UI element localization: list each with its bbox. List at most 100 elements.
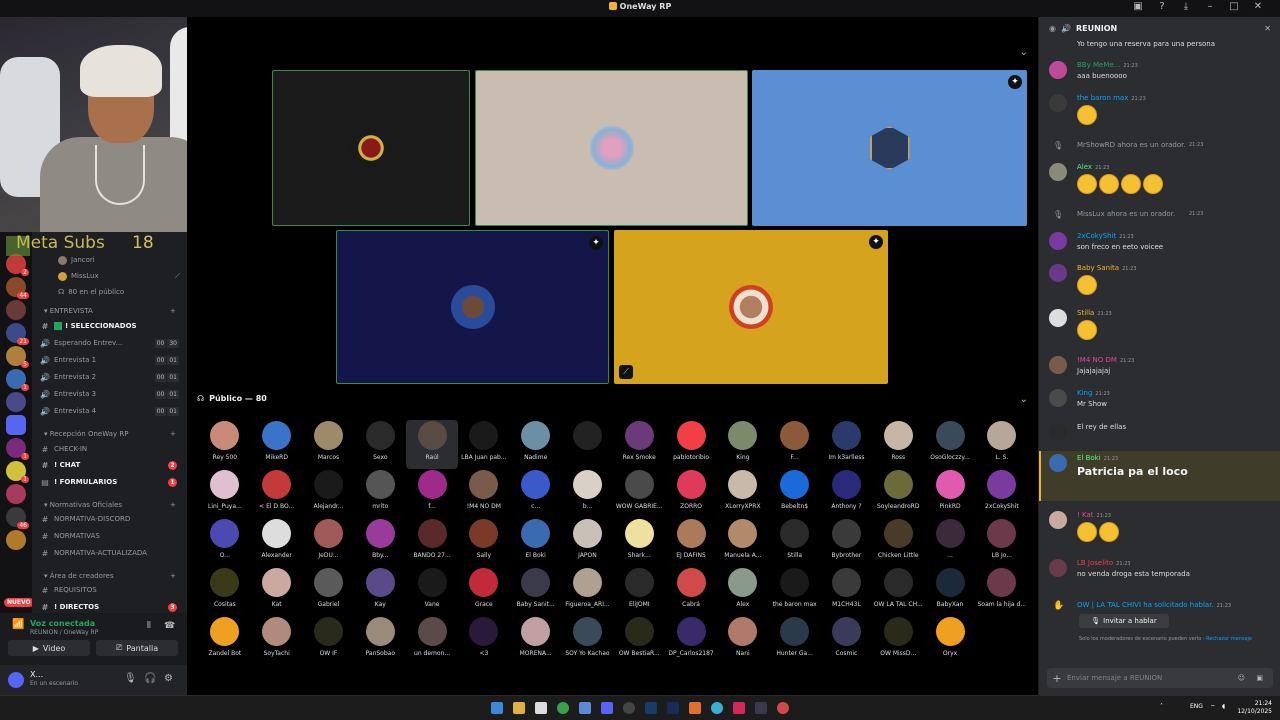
voice-location[interactable]: REUNION / OneWay RP <box>30 629 98 636</box>
audience-member[interactable]: OW BestiaR... <box>613 616 665 665</box>
message-author[interactable]: ! Kat 21:23 <box>1077 511 1111 519</box>
gear-icon[interactable]: ✦ <box>869 235 883 249</box>
avatar[interactable] <box>8 672 24 688</box>
audience-member[interactable]: b... <box>562 469 614 518</box>
gear-icon[interactable]: ✦ <box>1008 75 1022 89</box>
audience-member[interactable]: 2xCokyShit <box>976 469 1028 518</box>
chrome-icon[interactable] <box>557 702 569 714</box>
audience-member[interactable]: Manuela A... <box>717 518 769 567</box>
audience-member[interactable]: Sexo <box>354 420 406 469</box>
audience-member[interactable]: Alex <box>717 567 769 616</box>
invite-to-speak-button[interactable]: 🎙 Invitar a hablar <box>1079 614 1169 628</box>
audience-member[interactable]: Lini_Puya... <box>199 469 251 518</box>
audience-member[interactable]: LB Jo... <box>976 518 1028 567</box>
avatar[interactable] <box>1049 264 1067 282</box>
tiktok-icon[interactable] <box>733 702 745 714</box>
channel-seleccionados[interactable]: #! SELECCIONADOS <box>40 318 185 334</box>
maximize-button[interactable]: □ <box>1222 1 1246 12</box>
audience-member[interactable]: un demon... <box>406 616 458 665</box>
audience-member[interactable]: L. S. <box>976 420 1028 469</box>
category-entrevista[interactable]: ▾ ENTREVISTA + <box>44 307 176 315</box>
audience-member[interactable]: Shark... <box>613 518 665 567</box>
channel-requisitos[interactable]: # REQUISITOS <box>40 582 185 598</box>
avatar[interactable] <box>1049 61 1067 79</box>
discord-icon[interactable] <box>601 702 613 714</box>
file-explorer-icon[interactable] <box>513 702 525 714</box>
speaker-tile[interactable] <box>475 70 748 226</box>
channel-normativas[interactable]: # NORMATIVAS <box>40 528 185 544</box>
speaker-tile[interactable]: ✦ ⟋ <box>614 230 888 384</box>
audience-member[interactable]: BANDO 27... <box>406 518 458 567</box>
channel-entrevista-3[interactable]: 🔊 Entrevista 3 00 01 <box>40 386 185 402</box>
chevron-up-icon[interactable]: ˄ <box>1160 703 1163 710</box>
close-icon[interactable]: ✕ <box>1264 24 1271 33</box>
audience-member[interactable]: XLorryXPRX <box>717 469 769 518</box>
audience-member[interactable]: WOW GABRIE... <box>613 469 665 518</box>
noise-suppression-icon[interactable]: ⫴ <box>147 621 151 631</box>
server-icon[interactable] <box>6 392 26 412</box>
server-icon[interactable]: 2 <box>6 254 29 276</box>
server-icon[interactable]: 1 <box>6 438 29 460</box>
audience-member[interactable]: Alexander <box>251 518 303 567</box>
audience-member[interactable]: EJ DAFINS <box>665 518 717 567</box>
audience-member[interactable]: Soam la hija d... <box>976 567 1028 616</box>
audience-member[interactable]: Marcos <box>303 420 355 469</box>
audience-member[interactable]: LBA Juan pab... <box>458 420 510 469</box>
message-author[interactable]: Alex 21:23 <box>1077 163 1109 171</box>
audience-member[interactable]: Sally <box>458 518 510 567</box>
audience-member[interactable]: OW MissD... <box>872 616 924 665</box>
message-author[interactable]: King 21:23 <box>1077 389 1110 397</box>
audience-member[interactable]: OW IF <box>303 616 355 665</box>
audience-member[interactable]: Nani <box>717 616 769 665</box>
audience-member[interactable]: OW LA TAL CH... <box>872 567 924 616</box>
channel-checkin[interactable]: # CHECK-IN <box>40 441 185 457</box>
channel-normativa-actualizada[interactable]: # NORMATIVA-ACTUALIZADA <box>40 545 185 561</box>
audience-member[interactable]: the baron max <box>769 567 821 616</box>
server-icon[interactable] <box>6 530 26 550</box>
audience-member[interactable]: O... <box>199 518 251 567</box>
avatar[interactable] <box>1049 511 1067 529</box>
speaker-tile[interactable] <box>272 70 470 226</box>
audience-member[interactable]: JeDU... <box>303 518 355 567</box>
category-creadores[interactable]: ▾ Área de creadores + <box>44 572 176 580</box>
audience-member[interactable]: f... <box>406 469 458 518</box>
audience-member[interactable]: El Boki <box>510 518 562 567</box>
audience-member[interactable]: MikeRD <box>251 420 303 469</box>
audience-member[interactable]: F... <box>769 420 821 469</box>
microphone-icon[interactable]: 🎙 <box>124 673 137 684</box>
audience-member[interactable]: Rex Smoke <box>613 420 665 469</box>
avatar[interactable] <box>1049 389 1067 407</box>
audience-member[interactable]: King <box>717 420 769 469</box>
message-author[interactable]: Stilla 21:23 <box>1077 309 1112 317</box>
audience-member[interactable]: Kat <box>251 567 303 616</box>
screen-share-button[interactable]: ⎚ Pantalla <box>96 640 178 656</box>
sticker-icon[interactable]: ▣ <box>1256 674 1263 682</box>
disconnect-icon[interactable]: ☎ <box>164 621 175 631</box>
server-icon[interactable]: 21 <box>6 323 29 345</box>
audience-member[interactable]: Bybrother <box>821 518 873 567</box>
audience-member[interactable]: Nadime <box>510 420 562 469</box>
avatar[interactable] <box>1049 454 1067 472</box>
audience-member[interactable]: MORENA... <box>510 616 562 665</box>
channel-esperando[interactable]: 🔊 Esperando Entrev... 00 30 <box>40 335 185 351</box>
audience-member[interactable]: Cabrá <box>665 567 717 616</box>
server-icon[interactable]: 1 <box>6 461 29 483</box>
channel-entrevista-2[interactable]: 🔊 Entrevista 2 00 01 <box>40 369 185 385</box>
app-icon[interactable] <box>689 702 701 714</box>
audience-member[interactable]: Anthony ? <box>821 469 873 518</box>
speaker-tile[interactable]: ✦ <box>752 70 1027 226</box>
server-icon[interactable] <box>6 484 26 504</box>
audience-count[interactable]: ☊ 80 en el público <box>58 284 184 300</box>
audience-member[interactable]: ZORRO <box>665 469 717 518</box>
message-input[interactable]: + Enviar mensaje a REUNION ☺ ▣ <box>1047 668 1273 688</box>
audience-member[interactable]: ... <box>924 518 976 567</box>
start-icon[interactable] <box>491 702 503 714</box>
channel-entrevista-1[interactable]: 🔊 Entrevista 1 00 01 <box>40 352 185 368</box>
clock[interactable]: 21:24 12/10/2025 <box>1237 700 1272 716</box>
audience-member[interactable]: Zandel Bot <box>199 616 251 665</box>
avatar[interactable] <box>1049 559 1067 577</box>
audience-member[interactable]: c... <box>510 469 562 518</box>
audience-member[interactable]: DP_Carlos2187 <box>665 616 717 665</box>
headphones-icon[interactable]: 🎧 <box>144 673 156 684</box>
category-recepcion[interactable]: ▾ Recepción OneWay RP + <box>44 430 176 438</box>
